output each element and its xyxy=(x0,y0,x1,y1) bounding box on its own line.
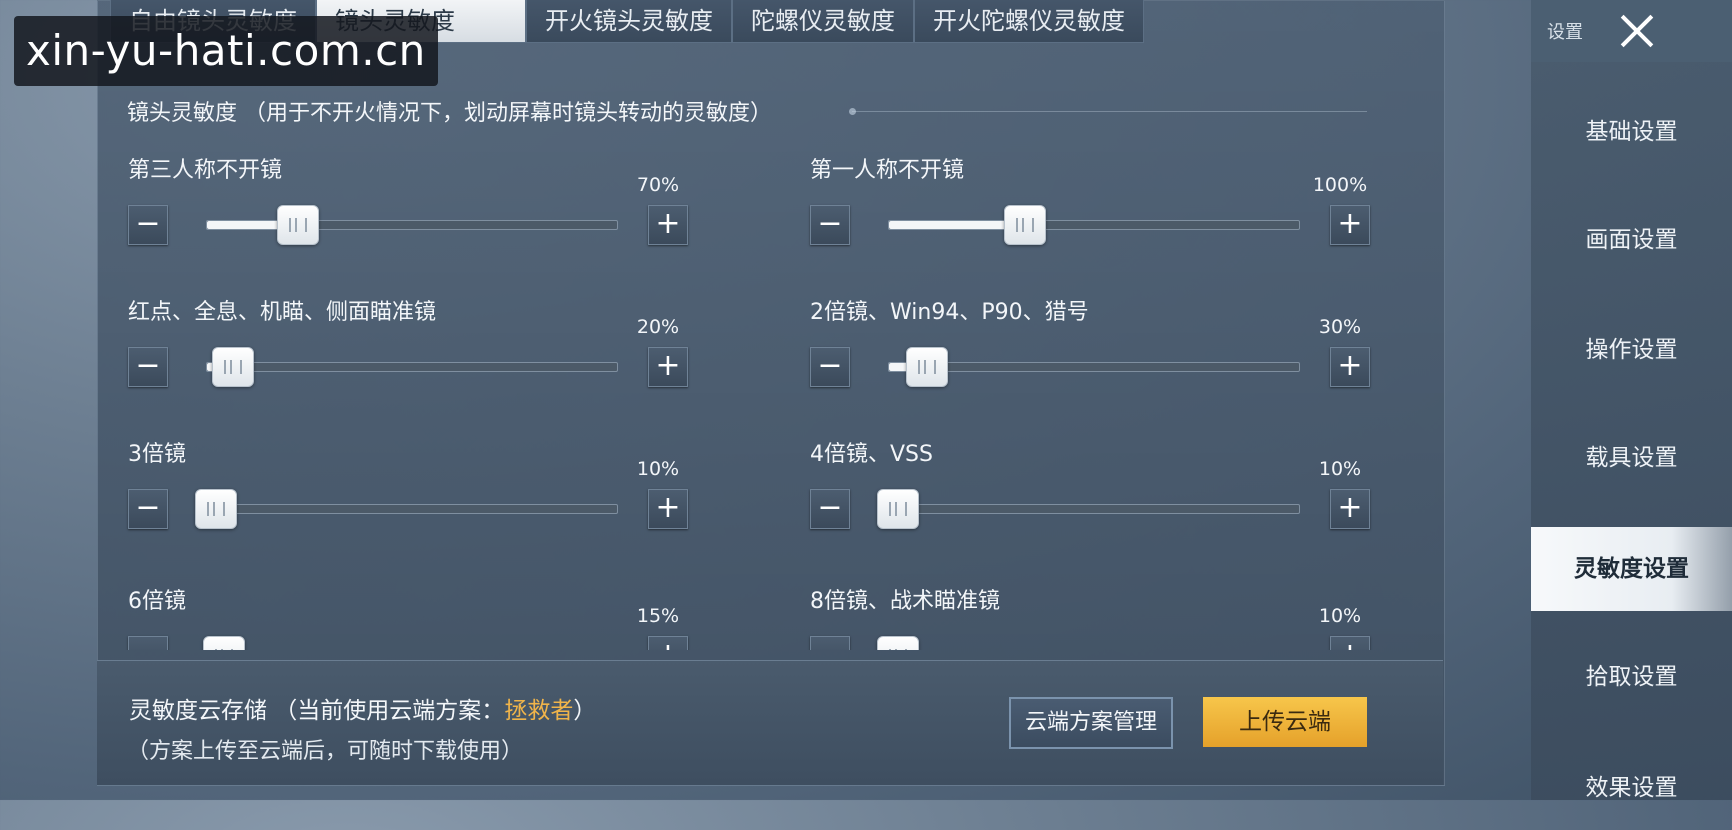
sidebar-title: 设置 xyxy=(1547,22,1583,43)
setting-value: 30% xyxy=(1318,316,1362,338)
decrease-button[interactable]: − xyxy=(128,205,168,245)
slider-track[interactable] xyxy=(206,205,618,245)
tab-gyroscope[interactable]: 陀螺仪灵敏度 xyxy=(732,0,914,43)
slider-thumb[interactable] xyxy=(877,489,920,529)
setting-value: 10% xyxy=(636,458,680,480)
sidebar-item-controls[interactable]: 操作设置 xyxy=(1531,308,1732,392)
settings-sidebar: 设置 基础设置 画面设置 操作设置 载具设置 灵敏度设置 拾取设置 效果设置 xyxy=(1531,0,1732,801)
increase-button[interactable]: + xyxy=(648,347,688,387)
cloud-storage-title: 灵敏度云存储 （当前使用云端方案：拯救者） xyxy=(129,691,596,725)
setting-label: 2倍镜、Win94、P90、猎号 xyxy=(810,300,1089,325)
setting-2x-scope: 2倍镜、Win94、P90、猎号 30% − + xyxy=(810,294,1370,404)
grip-icon xyxy=(917,360,936,374)
setting-value: 20% xyxy=(636,316,680,338)
setting-fpp-no-scope: 第一人称不开镜 100% − + xyxy=(810,152,1370,262)
slider-track[interactable] xyxy=(888,347,1300,387)
setting-label: 4倍镜、VSS xyxy=(810,442,933,467)
setting-value: 70% xyxy=(636,174,680,196)
setting-label: 6倍镜 xyxy=(128,589,186,614)
slider-thumb[interactable] xyxy=(211,347,254,387)
grip-icon xyxy=(889,502,908,516)
setting-label: 红点、全息、机瞄、侧面瞄准镜 xyxy=(128,300,437,325)
increase-button[interactable]: + xyxy=(648,489,688,529)
grip-icon xyxy=(215,649,234,650)
slider-thumb[interactable] xyxy=(1004,205,1047,245)
cloud-title-suffix: ） xyxy=(573,698,597,724)
decrease-button[interactable]: − xyxy=(810,636,850,650)
sidebar-header: 设置 xyxy=(1531,0,1732,62)
decrease-button[interactable]: − xyxy=(810,347,850,387)
decrease-button[interactable]: − xyxy=(810,489,850,529)
grip-icon xyxy=(1016,218,1035,232)
sidebar-item-pickup[interactable]: 拾取设置 xyxy=(1531,635,1732,719)
decrease-button[interactable]: − xyxy=(810,205,850,245)
settings-scroll-area[interactable]: 第三人称不开镜 70% − + 第一人称不开镜 100% − + 红点、全息、机… xyxy=(97,0,1443,650)
watermark: xin-yu-hati.com.cn xyxy=(14,16,438,86)
increase-button[interactable]: + xyxy=(1330,489,1370,529)
setting-value: 10% xyxy=(1318,458,1362,480)
grip-icon xyxy=(889,649,908,650)
close-icon[interactable] xyxy=(1609,4,1665,58)
slider-thumb[interactable] xyxy=(203,636,246,650)
slider-track[interactable] xyxy=(195,489,618,529)
grip-icon xyxy=(289,218,308,232)
increase-button[interactable]: + xyxy=(1330,205,1370,245)
increase-button[interactable]: + xyxy=(1330,636,1370,650)
sidebar-item-basic[interactable]: 基础设置 xyxy=(1531,90,1732,174)
slider-track[interactable] xyxy=(877,489,1300,529)
decrease-button[interactable]: − xyxy=(128,636,168,650)
sidebar-item-effects[interactable]: 效果设置 xyxy=(1531,746,1732,830)
slider-track[interactable] xyxy=(206,347,618,387)
setting-label: 第三人称不开镜 xyxy=(128,158,283,183)
cloud-scheme-manage-button[interactable]: 云端方案管理 xyxy=(1009,697,1173,749)
sidebar-item-graphics[interactable]: 画面设置 xyxy=(1531,198,1732,282)
setting-label: 第一人称不开镜 xyxy=(810,158,965,183)
upload-cloud-button[interactable]: 上传云端 xyxy=(1203,697,1367,747)
tab-fire-camera[interactable]: 开火镜头灵敏度 xyxy=(526,0,732,43)
increase-button[interactable]: + xyxy=(1330,347,1370,387)
increase-button[interactable]: + xyxy=(648,205,688,245)
tab-fire-gyroscope[interactable]: 开火陀螺仪灵敏度 xyxy=(914,0,1144,43)
decrease-button[interactable]: − xyxy=(128,347,168,387)
setting-4x-scope: 4倍镜、VSS 10% − + xyxy=(810,436,1370,546)
slider-track[interactable] xyxy=(888,205,1300,245)
setting-red-dot-holo: 红点、全息、机瞄、侧面瞄准镜 20% − + xyxy=(128,294,688,404)
cloud-scheme-name: 拯救者 xyxy=(504,698,574,724)
cloud-storage-subtitle: （方案上传至云端后，可随时下载使用） xyxy=(127,739,524,764)
grip-icon xyxy=(207,502,226,516)
setting-value: 10% xyxy=(1318,605,1362,627)
setting-value: 100% xyxy=(1312,174,1368,196)
setting-value: 15% xyxy=(636,605,680,627)
setting-3x-scope: 3倍镜 10% − + xyxy=(128,436,688,546)
slider-thumb[interactable] xyxy=(905,347,948,387)
sidebar-item-sensitivity[interactable]: 灵敏度设置 xyxy=(1531,527,1732,611)
grip-icon xyxy=(223,360,242,374)
setting-label: 8倍镜、战术瞄准镜 xyxy=(810,589,1000,614)
sidebar-item-vehicle[interactable]: 载具设置 xyxy=(1531,416,1732,500)
setting-6x-scope: 6倍镜 15% − + xyxy=(128,583,688,650)
setting-tpp-no-scope: 第三人称不开镜 70% − + xyxy=(128,152,688,262)
slider-thumb[interactable] xyxy=(195,489,238,529)
setting-label: 3倍镜 xyxy=(128,442,186,467)
slider-thumb[interactable] xyxy=(277,205,320,245)
cloud-storage-bar: 灵敏度云存储 （当前使用云端方案：拯救者） （方案上传至云端后，可随时下载使用）… xyxy=(97,660,1443,785)
increase-button[interactable]: + xyxy=(648,636,688,650)
cloud-title-prefix: 灵敏度云存储 （当前使用云端方案： xyxy=(129,698,505,724)
setting-8x-scope: 8倍镜、战术瞄准镜 10% − + xyxy=(810,583,1370,650)
slider-thumb[interactable] xyxy=(877,636,920,650)
decrease-button[interactable]: − xyxy=(128,489,168,529)
